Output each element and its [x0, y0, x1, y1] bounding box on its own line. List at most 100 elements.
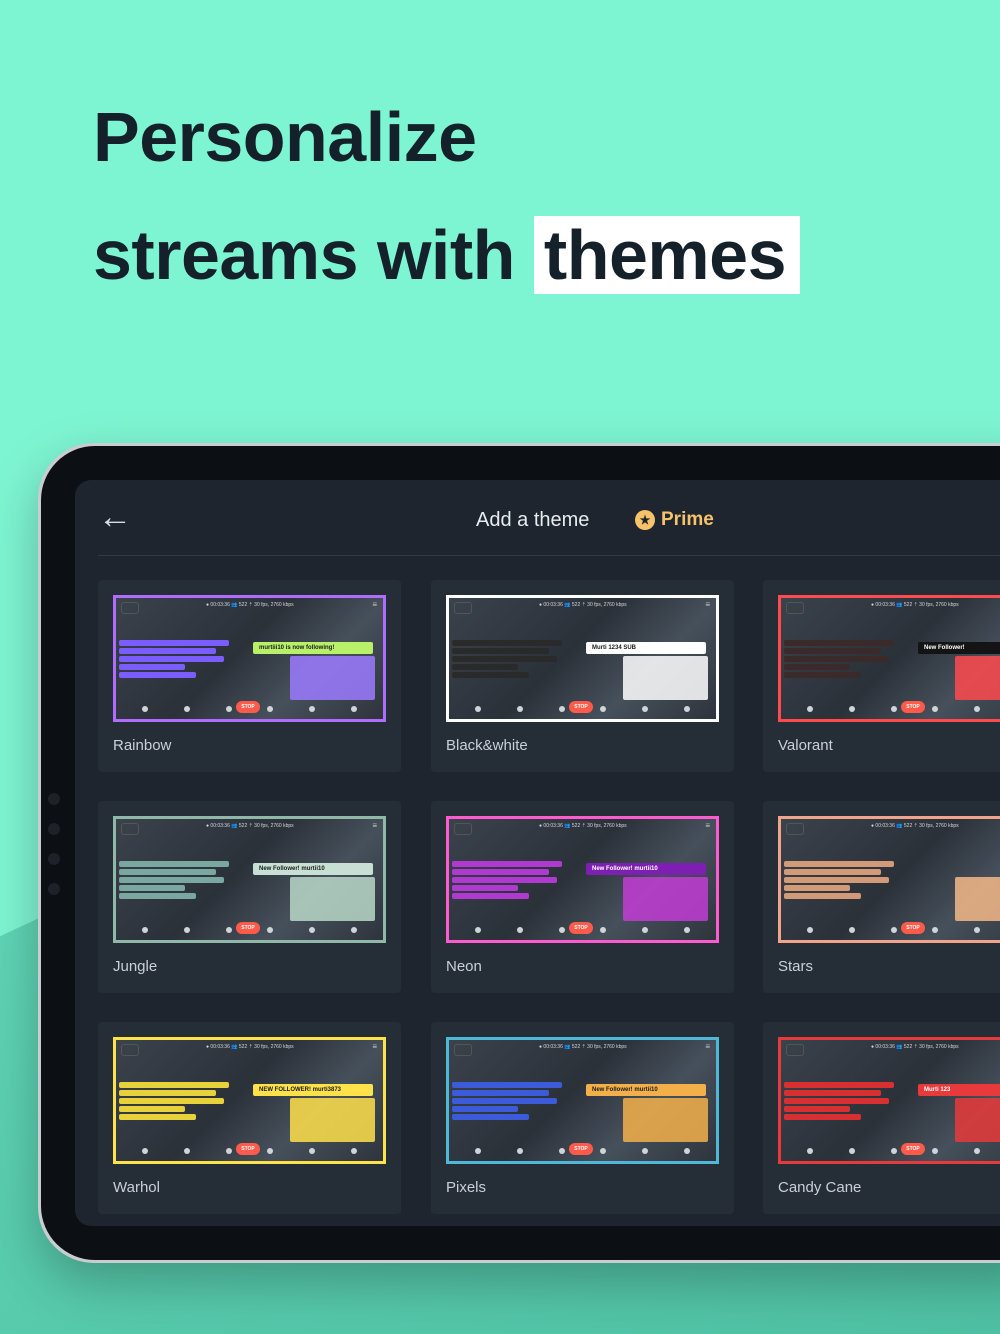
- chat-line: [784, 672, 861, 678]
- chat-line: [452, 861, 562, 867]
- headline: Personalize streams with themes: [93, 78, 800, 314]
- theme-card[interactable]: ● 00:03:36 👥 522 ⇡ 30 fps, 2760 kbps≡Mur…: [763, 1022, 1000, 1214]
- theme-preview: ● 00:03:36 👥 522 ⇡ 30 fps, 2760 kbps≡New…: [446, 816, 719, 943]
- menu-icon: ≡: [372, 600, 377, 609]
- theme-card[interactable]: ● 00:03:36 👥 522 ⇡ 30 fps, 2760 kbps ≡ mur…: [98, 580, 401, 772]
- chat-overlay: [784, 640, 894, 680]
- theme-card[interactable]: ● 00:03:36 👥 522 ⇡ 30 fps, 2760 kbps≡New…: [763, 580, 1000, 772]
- viewers-panel: [290, 877, 375, 921]
- theme-preview: ● 00:03:36 👥 522 ⇡ 30 fps, 2760 kbps≡New…: [446, 1037, 719, 1164]
- chat-line: [452, 656, 557, 662]
- chat-line: [452, 885, 518, 891]
- theme-label: Stars: [778, 958, 814, 975]
- control-icon: [683, 706, 690, 712]
- chat-line: [784, 1090, 881, 1096]
- control-icon: [225, 706, 232, 712]
- chat-line: [119, 1090, 216, 1096]
- chat-overlay: [452, 1082, 562, 1122]
- chat-line: [784, 1098, 889, 1104]
- tablet-bezel: ← Add a theme ★ Prime ● 00:03:36 👥 522 ⇡…: [41, 446, 1000, 1260]
- control-icon: [600, 1148, 607, 1154]
- theme-screen: ← Add a theme ★ Prime ● 00:03:36 👥 522 ⇡…: [75, 480, 1000, 1226]
- theme-preview: ● 00:03:36 👥 522 ⇡ 30 fps, 2760 kbps≡New…: [778, 595, 1000, 722]
- control-icon: [475, 927, 481, 933]
- headline-highlight: themes: [533, 216, 800, 294]
- stream-logo-icon: [454, 1044, 472, 1056]
- theme-label: Valorant: [778, 737, 833, 754]
- control-icon: [516, 1148, 523, 1154]
- theme-card[interactable]: ● 00:03:36 👥 522 ⇡ 30 fps, 2760 kbps≡New…: [431, 801, 734, 993]
- chat-line: [784, 861, 894, 867]
- chat-line: [452, 1098, 557, 1104]
- prime-label: Prime: [661, 509, 714, 530]
- control-icon: [309, 927, 316, 933]
- camera-icon: [48, 883, 60, 895]
- viewers-panel: [623, 656, 708, 700]
- stream-status: ● 00:03:36 👥 522 ⇡ 30 fps, 2760 kbps: [539, 1044, 627, 1050]
- viewers-panel: [955, 877, 1000, 921]
- control-icon: [475, 706, 481, 712]
- back-arrow-icon[interactable]: ←: [98, 500, 132, 534]
- top-bar: ← Add a theme ★ Prime: [98, 480, 1000, 556]
- stream-logo-icon: [121, 823, 139, 835]
- chat-line: [784, 1106, 850, 1112]
- control-icon: [642, 1148, 649, 1154]
- chat-line: [119, 1098, 224, 1104]
- theme-card[interactable]: ● 00:03:36 👥 522 ⇡ 30 fps, 2760 kbps≡STO…: [763, 801, 1000, 993]
- chat-line: [119, 640, 229, 646]
- menu-icon: ≡: [705, 600, 710, 609]
- chat-overlay: [784, 1082, 894, 1122]
- control-icon: [142, 1148, 148, 1154]
- chat-line: [784, 1082, 894, 1088]
- control-icon: [807, 1148, 813, 1154]
- star-badge-icon: ★: [635, 510, 655, 530]
- stop-button: STOP: [569, 701, 593, 713]
- stream-logo-icon: [454, 602, 472, 614]
- prime-badge[interactable]: ★ Prime: [635, 509, 714, 531]
- theme-label: Neon: [446, 958, 482, 975]
- chat-line: [784, 869, 881, 875]
- chat-overlay: [784, 861, 894, 901]
- follower-banner: Murti 123: [918, 1084, 1000, 1096]
- control-icon: [932, 706, 939, 712]
- control-icon: [932, 1148, 939, 1154]
- control-icon: [516, 927, 523, 933]
- follower-banner: New Follower! murtii10: [586, 1084, 706, 1096]
- control-icon: [267, 706, 274, 712]
- stop-button: STOP: [236, 922, 260, 934]
- follower-banner: New Follower!: [918, 642, 1000, 654]
- follower-banner: murtiii10 is now following!: [253, 642, 373, 654]
- headline-prefix: streams with: [93, 216, 515, 294]
- stop-button: STOP: [569, 922, 593, 934]
- control-icon: [183, 1148, 190, 1154]
- theme-card[interactable]: ● 00:03:36 👥 522 ⇡ 30 fps, 2760 kbps≡New…: [431, 1022, 734, 1214]
- theme-preview: ● 00:03:36 👥 522 ⇡ 30 fps, 2760 kbps≡New…: [113, 816, 386, 943]
- chat-line: [119, 1114, 196, 1120]
- theme-card[interactable]: ● 00:03:36 👥 522 ⇡ 30 fps, 2760 kbps≡New…: [98, 801, 401, 993]
- control-icon: [848, 927, 855, 933]
- control-icon: [516, 706, 523, 712]
- chat-overlay: [119, 861, 229, 901]
- theme-card[interactable]: ● 00:03:36 👥 522 ⇡ 30 fps, 2760 kbps ≡ NEW…: [98, 1022, 401, 1214]
- chat-line: [784, 1114, 861, 1120]
- chat-line: [119, 1082, 229, 1088]
- theme-card[interactable]: ● 00:03:36 👥 522 ⇡ 30 fps, 2760 kbps≡Mur…: [431, 580, 734, 772]
- viewers-panel: [955, 656, 1000, 700]
- menu-icon: ≡: [372, 821, 377, 830]
- stream-logo-icon: [786, 823, 804, 835]
- chat-line: [452, 1106, 518, 1112]
- control-icon: [309, 706, 316, 712]
- control-icon: [142, 927, 148, 933]
- control-icon: [932, 927, 939, 933]
- control-icon: [267, 927, 274, 933]
- control-icon: [350, 1148, 357, 1154]
- control-icon: [890, 927, 897, 933]
- chat-line: [452, 664, 518, 670]
- control-icon: [848, 706, 855, 712]
- control-icon: [225, 927, 232, 933]
- stream-status: ● 00:03:36 👥 522 ⇡ 30 fps, 2760 kbps: [871, 1044, 959, 1050]
- control-icon: [475, 1148, 481, 1154]
- chat-overlay: [452, 861, 562, 901]
- chat-overlay: [119, 640, 229, 680]
- control-icon: [350, 927, 357, 933]
